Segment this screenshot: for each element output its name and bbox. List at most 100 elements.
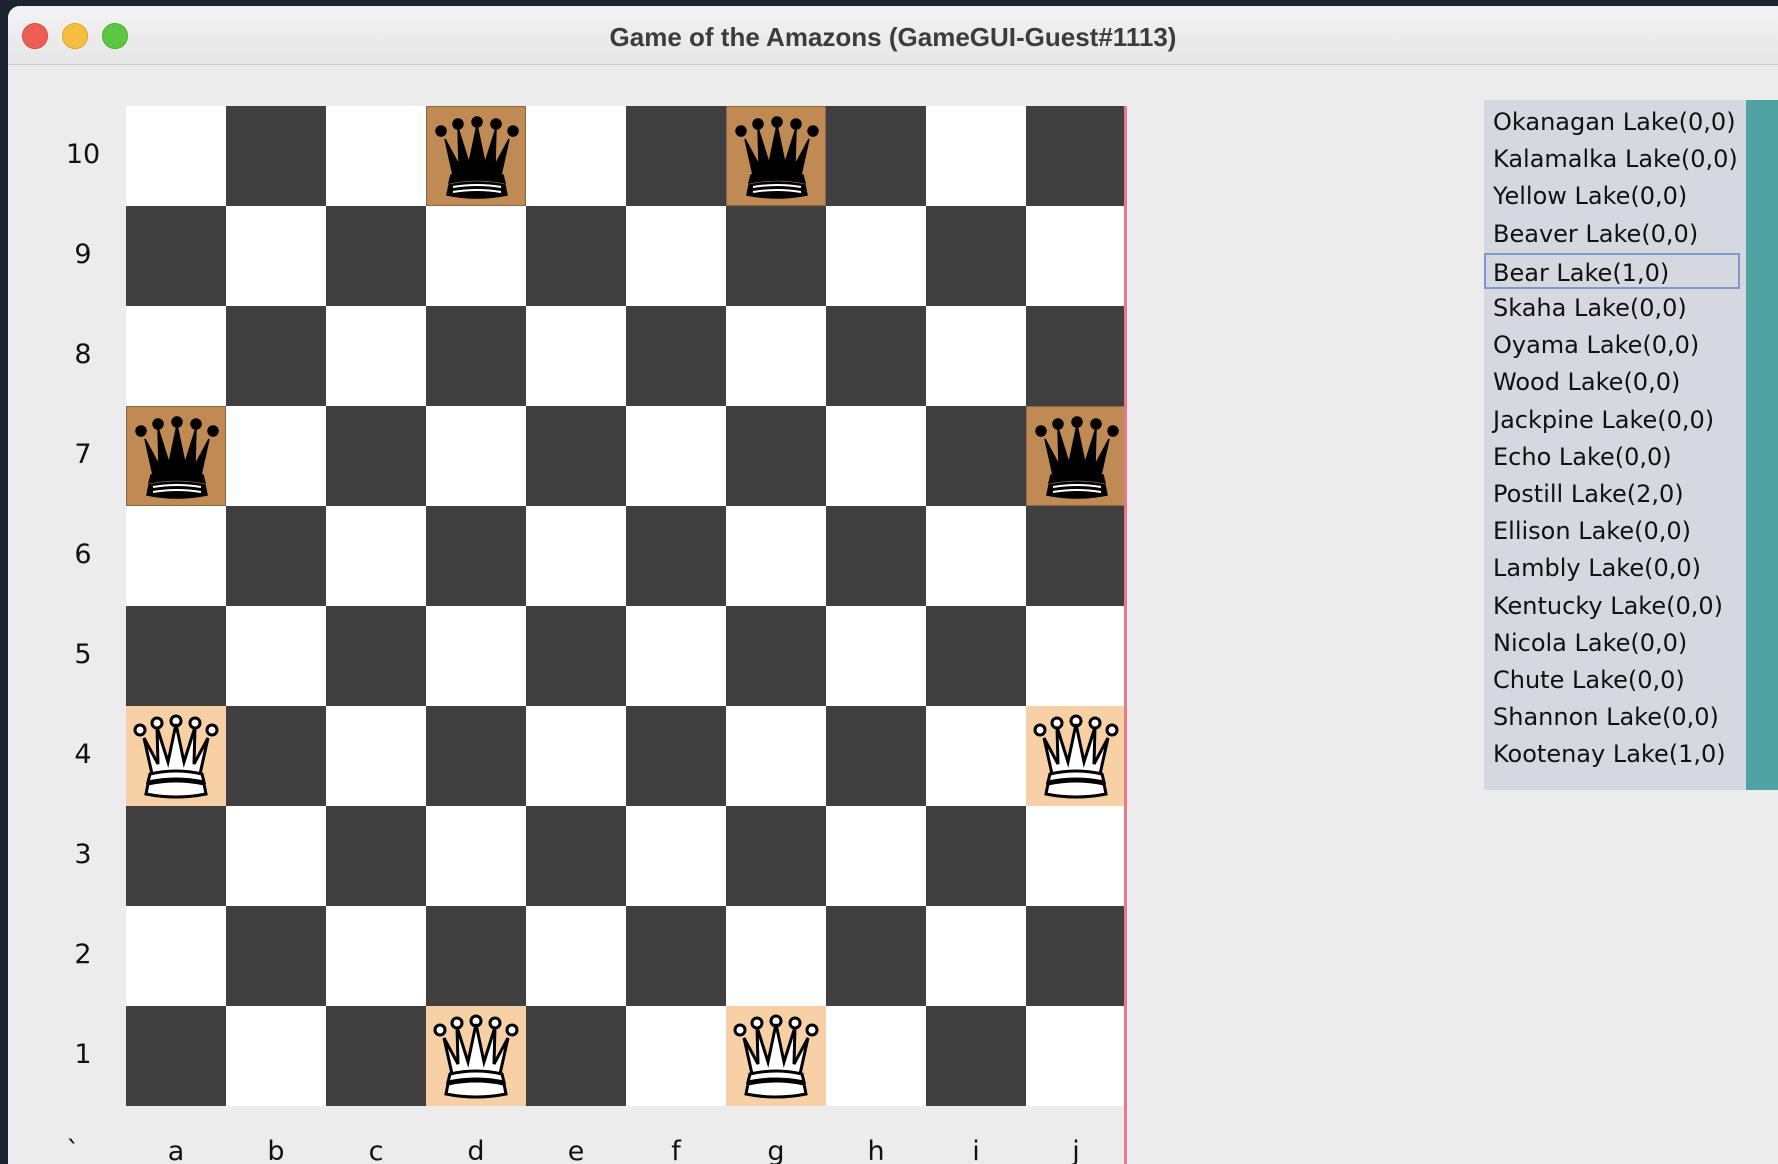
board-square[interactable]	[126, 1006, 226, 1106]
board-square[interactable]	[726, 606, 826, 706]
board-square[interactable]	[126, 706, 226, 806]
board-square[interactable]	[926, 906, 1026, 1006]
player-list-item[interactable]: Lambly Lake(0,0)	[1484, 550, 1740, 586]
black-queen-icon[interactable]	[731, 111, 823, 203]
board-square[interactable]	[1026, 706, 1126, 806]
board-square[interactable]	[526, 606, 626, 706]
board-square[interactable]	[626, 706, 726, 806]
board-square[interactable]	[326, 306, 426, 406]
board-square[interactable]	[126, 906, 226, 1006]
board-square[interactable]	[626, 206, 726, 306]
player-list-scrollbar[interactable]	[1746, 100, 1778, 790]
board-square[interactable]	[226, 306, 326, 406]
board-square[interactable]	[426, 106, 526, 206]
board-square[interactable]	[926, 1006, 1026, 1106]
player-list-item[interactable]: Nicola Lake(0,0)	[1484, 625, 1740, 661]
board-square[interactable]	[526, 106, 626, 206]
player-list-item[interactable]: Jackpine Lake(0,0)	[1484, 402, 1740, 438]
board-square[interactable]	[826, 1006, 926, 1106]
board-square[interactable]	[526, 906, 626, 1006]
board-square[interactable]	[426, 206, 526, 306]
board-square[interactable]	[426, 406, 526, 506]
board-square[interactable]	[926, 706, 1026, 806]
board-square[interactable]	[826, 806, 926, 906]
board-square[interactable]	[826, 106, 926, 206]
board-square[interactable]	[526, 406, 626, 506]
board-square[interactable]	[226, 406, 326, 506]
board-square[interactable]	[326, 106, 426, 206]
player-list[interactable]: Okanagan Lake(0,0) Kalamalka Lake(0,0) Yel…	[1484, 100, 1746, 790]
board-square[interactable]	[826, 906, 926, 1006]
board-square[interactable]	[326, 406, 426, 506]
board-square[interactable]	[326, 506, 426, 606]
board-square[interactable]	[626, 106, 726, 206]
player-list-item[interactable]: Postill Lake(2,0)	[1484, 476, 1740, 512]
board-square[interactable]	[826, 506, 926, 606]
board-square[interactable]	[226, 806, 326, 906]
board-square[interactable]	[926, 306, 1026, 406]
board-square[interactable]	[726, 706, 826, 806]
board-square[interactable]	[1026, 106, 1126, 206]
white-queen-icon[interactable]	[1030, 710, 1122, 802]
board-square[interactable]	[926, 606, 1026, 706]
player-list-item[interactable]: Wood Lake(0,0)	[1484, 364, 1740, 400]
game-board[interactable]	[126, 106, 1126, 1106]
board-square[interactable]	[526, 506, 626, 606]
player-list-item[interactable]: Yellow Lake(0,0)	[1484, 178, 1740, 214]
board-square[interactable]	[826, 406, 926, 506]
board-square[interactable]	[426, 706, 526, 806]
player-list-item[interactable]: Kentucky Lake(0,0)	[1484, 588, 1740, 624]
player-list-item[interactable]: Echo Lake(0,0)	[1484, 439, 1740, 475]
player-list-item[interactable]: Shannon Lake(0,0)	[1484, 699, 1740, 735]
board-square[interactable]	[526, 1006, 626, 1106]
board-square[interactable]	[926, 506, 1026, 606]
black-queen-icon[interactable]	[431, 111, 523, 203]
board-square[interactable]	[826, 706, 926, 806]
board-square[interactable]	[926, 406, 1026, 506]
board-square[interactable]	[526, 706, 626, 806]
board-square[interactable]	[126, 206, 226, 306]
board-square[interactable]	[426, 906, 526, 1006]
white-queen-icon[interactable]	[430, 1010, 522, 1102]
player-list-item[interactable]: Beaver Lake(0,0)	[1484, 216, 1740, 252]
board-square[interactable]	[726, 206, 826, 306]
board-square[interactable]	[226, 906, 326, 1006]
board-square[interactable]	[626, 906, 726, 1006]
player-list-item[interactable]: Skaha Lake(0,0)	[1484, 290, 1740, 326]
board-square[interactable]	[226, 606, 326, 706]
board-square[interactable]	[626, 506, 726, 606]
board-square[interactable]	[326, 206, 426, 306]
board-square[interactable]	[226, 1006, 326, 1106]
board-square[interactable]	[726, 106, 826, 206]
board-square[interactable]	[626, 606, 726, 706]
board-square[interactable]	[726, 906, 826, 1006]
white-queen-icon[interactable]	[730, 1010, 822, 1102]
board-square[interactable]	[926, 106, 1026, 206]
board-square[interactable]	[226, 206, 326, 306]
board-square[interactable]	[226, 706, 326, 806]
board-square[interactable]	[326, 1006, 426, 1106]
board-square[interactable]	[426, 806, 526, 906]
board-square[interactable]	[726, 1006, 826, 1106]
player-list-item[interactable]: Kalamalka Lake(0,0)	[1484, 141, 1740, 177]
board-square[interactable]	[726, 406, 826, 506]
board-square[interactable]	[1026, 1006, 1126, 1106]
board-square[interactable]	[726, 306, 826, 406]
board-square[interactable]	[326, 706, 426, 806]
board-square[interactable]	[526, 206, 626, 306]
board-square[interactable]	[226, 106, 326, 206]
board-square[interactable]	[126, 506, 226, 606]
board-square[interactable]	[126, 806, 226, 906]
board-square[interactable]	[126, 106, 226, 206]
board-square[interactable]	[126, 406, 226, 506]
board-square[interactable]	[326, 806, 426, 906]
board-square[interactable]	[826, 606, 926, 706]
player-list-item[interactable]: Chute Lake(0,0)	[1484, 662, 1740, 698]
board-square[interactable]	[626, 1006, 726, 1106]
board-square[interactable]	[1026, 306, 1126, 406]
board-square[interactable]	[726, 506, 826, 606]
board-square[interactable]	[226, 506, 326, 606]
board-square[interactable]	[826, 206, 926, 306]
player-list-item[interactable]: Ellison Lake(0,0)	[1484, 513, 1740, 549]
board-square[interactable]	[1026, 206, 1126, 306]
